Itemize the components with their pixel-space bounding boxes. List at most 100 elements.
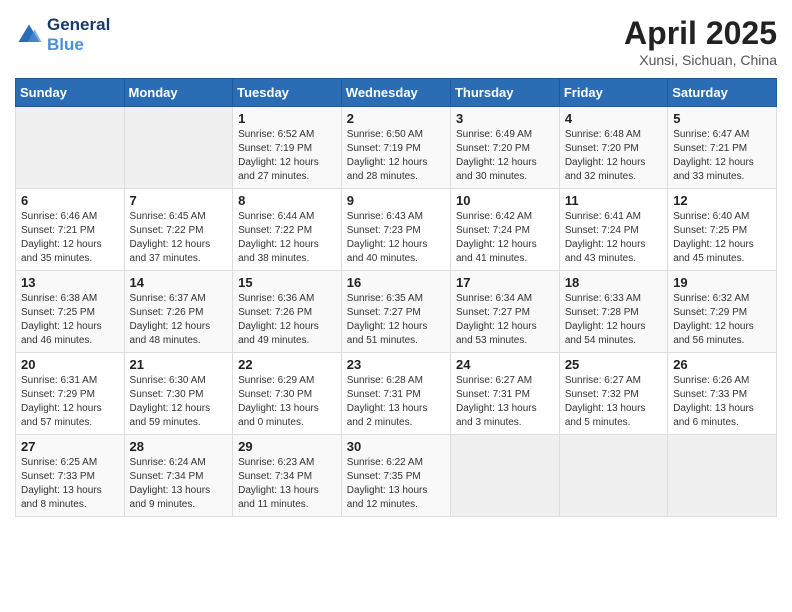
day-number: 18 xyxy=(565,275,662,290)
day-header-sunday: Sunday xyxy=(16,79,125,107)
day-info: Sunrise: 6:48 AM Sunset: 7:20 PM Dayligh… xyxy=(565,128,662,184)
day-info: Sunrise: 6:22 AM Sunset: 7:35 PM Dayligh… xyxy=(347,456,445,512)
day-info: Sunrise: 6:31 AM Sunset: 7:29 PM Dayligh… xyxy=(21,374,119,430)
calendar-cell: 9 Sunrise: 6:43 AM Sunset: 7:23 PM Daylig… xyxy=(341,189,450,271)
day-header-friday: Friday xyxy=(559,79,667,107)
month-title: April 2025 xyxy=(624,15,777,52)
calendar: SundayMondayTuesdayWednesdayThursdayFrid… xyxy=(15,78,777,517)
day-number: 24 xyxy=(456,357,554,372)
calendar-cell: 8 Sunrise: 6:44 AM Sunset: 7:22 PM Daylig… xyxy=(233,189,342,271)
day-info: Sunrise: 6:50 AM Sunset: 7:19 PM Dayligh… xyxy=(347,128,445,184)
day-number: 21 xyxy=(130,357,228,372)
day-number: 15 xyxy=(238,275,336,290)
calendar-cell: 6 Sunrise: 6:46 AM Sunset: 7:21 PM Daylig… xyxy=(16,189,125,271)
calendar-header-row: SundayMondayTuesdayWednesdayThursdayFrid… xyxy=(16,79,777,107)
day-number: 13 xyxy=(21,275,119,290)
day-number: 16 xyxy=(347,275,445,290)
calendar-cell: 12Sunrise: 6:40 AM Sunset: 7:25 PM Dayli… xyxy=(668,189,777,271)
day-number: 23 xyxy=(347,357,445,372)
day-number: 26 xyxy=(673,357,771,372)
calendar-cell: 18 Sunrise: 6:33 AM Sunset: 7:28 PM Dayli… xyxy=(559,271,667,353)
calendar-cell: 10 Sunrise: 6:42 AM Sunset: 7:24 PM Dayli… xyxy=(450,189,559,271)
day-number: 2 xyxy=(347,111,445,126)
title-block: April 2025 Xunsi, Sichuan, China xyxy=(624,15,777,68)
day-info: Sunrise: 6:34 AM Sunset: 7:27 PM Dayligh… xyxy=(456,292,554,348)
day-number: 7 xyxy=(130,193,228,208)
calendar-cell: 30 Sunrise: 6:22 AM Sunset: 7:35 PM Dayli… xyxy=(341,435,450,517)
day-header-wednesday: Wednesday xyxy=(341,79,450,107)
calendar-cell: 4 Sunrise: 6:48 AM Sunset: 7:20 PM Daylig… xyxy=(559,107,667,189)
calendar-cell: 17 Sunrise: 6:34 AM Sunset: 7:27 PM Dayli… xyxy=(450,271,559,353)
day-info: Sunrise: 6:29 AM Sunset: 7:30 PM Dayligh… xyxy=(238,374,336,430)
day-number: 17 xyxy=(456,275,554,290)
day-info: Sunrise: 6:46 AM Sunset: 7:21 PM Dayligh… xyxy=(21,210,119,266)
logo-icon xyxy=(15,21,43,49)
day-info: Sunrise: 6:23 AM Sunset: 7:34 PM Dayligh… xyxy=(238,456,336,512)
day-info: Sunrise: 6:40 AM Sunset: 7:25 PM Dayligh… xyxy=(673,210,771,266)
day-info: Sunrise: 6:25 AM Sunset: 7:33 PM Dayligh… xyxy=(21,456,119,512)
day-number: 25 xyxy=(565,357,662,372)
calendar-cell: 16 Sunrise: 6:35 AM Sunset: 7:27 PM Dayli… xyxy=(341,271,450,353)
calendar-cell: 15 Sunrise: 6:36 AM Sunset: 7:26 PM Dayli… xyxy=(233,271,342,353)
calendar-cell: 22 Sunrise: 6:29 AM Sunset: 7:30 PM Dayli… xyxy=(233,353,342,435)
day-info: Sunrise: 6:33 AM Sunset: 7:28 PM Dayligh… xyxy=(565,292,662,348)
day-number: 5 xyxy=(673,111,771,126)
calendar-cell: 19 Sunrise: 6:32 AM Sunset: 7:29 PM Dayli… xyxy=(668,271,777,353)
day-info: Sunrise: 6:44 AM Sunset: 7:22 PM Dayligh… xyxy=(238,210,336,266)
day-info: Sunrise: 6:43 AM Sunset: 7:23 PM Dayligh… xyxy=(347,210,445,266)
calendar-cell xyxy=(124,107,233,189)
day-info: Sunrise: 6:27 AM Sunset: 7:32 PM Dayligh… xyxy=(565,374,662,430)
day-header-thursday: Thursday xyxy=(450,79,559,107)
day-info: Sunrise: 6:45 AM Sunset: 7:22 PM Dayligh… xyxy=(130,210,228,266)
logo: General Blue xyxy=(15,15,110,56)
day-number: 9 xyxy=(347,193,445,208)
logo-text: General Blue xyxy=(47,15,110,56)
day-header-monday: Monday xyxy=(124,79,233,107)
day-info: Sunrise: 6:30 AM Sunset: 7:30 PM Dayligh… xyxy=(130,374,228,430)
day-info: Sunrise: 6:28 AM Sunset: 7:31 PM Dayligh… xyxy=(347,374,445,430)
calendar-week-row: 27 Sunrise: 6:25 AM Sunset: 7:33 PM Dayli… xyxy=(16,435,777,517)
day-info: Sunrise: 6:35 AM Sunset: 7:27 PM Dayligh… xyxy=(347,292,445,348)
day-number: 22 xyxy=(238,357,336,372)
day-number: 29 xyxy=(238,439,336,454)
calendar-cell: 21 Sunrise: 6:30 AM Sunset: 7:30 PM Dayli… xyxy=(124,353,233,435)
day-number: 4 xyxy=(565,111,662,126)
day-info: Sunrise: 6:26 AM Sunset: 7:33 PM Dayligh… xyxy=(673,374,771,430)
calendar-week-row: 13 Sunrise: 6:38 AM Sunset: 7:25 PM Dayli… xyxy=(16,271,777,353)
location: Xunsi, Sichuan, China xyxy=(624,52,777,68)
day-info: Sunrise: 6:52 AM Sunset: 7:19 PM Dayligh… xyxy=(238,128,336,184)
calendar-week-row: 20 Sunrise: 6:31 AM Sunset: 7:29 PM Dayli… xyxy=(16,353,777,435)
day-info: Sunrise: 6:38 AM Sunset: 7:25 PM Dayligh… xyxy=(21,292,119,348)
day-number: 30 xyxy=(347,439,445,454)
calendar-cell: 3 Sunrise: 6:49 AM Sunset: 7:20 PM Daylig… xyxy=(450,107,559,189)
day-header-saturday: Saturday xyxy=(668,79,777,107)
calendar-cell: 26 Sunrise: 6:26 AM Sunset: 7:33 PM Dayli… xyxy=(668,353,777,435)
day-info: Sunrise: 6:36 AM Sunset: 7:26 PM Dayligh… xyxy=(238,292,336,348)
day-number: 27 xyxy=(21,439,119,454)
day-number: 10 xyxy=(456,193,554,208)
day-number: 3 xyxy=(456,111,554,126)
day-number: 19 xyxy=(673,275,771,290)
calendar-cell xyxy=(668,435,777,517)
day-info: Sunrise: 6:47 AM Sunset: 7:21 PM Dayligh… xyxy=(673,128,771,184)
day-number: 11 xyxy=(565,193,662,208)
calendar-cell: 14Sunrise: 6:37 AM Sunset: 7:26 PM Dayli… xyxy=(124,271,233,353)
calendar-week-row: 6 Sunrise: 6:46 AM Sunset: 7:21 PM Daylig… xyxy=(16,189,777,271)
day-info: Sunrise: 6:27 AM Sunset: 7:31 PM Dayligh… xyxy=(456,374,554,430)
day-info: Sunrise: 6:41 AM Sunset: 7:24 PM Dayligh… xyxy=(565,210,662,266)
calendar-cell: 28Sunrise: 6:24 AM Sunset: 7:34 PM Dayli… xyxy=(124,435,233,517)
day-number: 6 xyxy=(21,193,119,208)
day-info: Sunrise: 6:49 AM Sunset: 7:20 PM Dayligh… xyxy=(456,128,554,184)
calendar-cell: 24 Sunrise: 6:27 AM Sunset: 7:31 PM Dayli… xyxy=(450,353,559,435)
calendar-week-row: 1Sunrise: 6:52 AM Sunset: 7:19 PM Daylig… xyxy=(16,107,777,189)
day-number: 8 xyxy=(238,193,336,208)
day-info: Sunrise: 6:32 AM Sunset: 7:29 PM Dayligh… xyxy=(673,292,771,348)
calendar-cell: 7 Sunrise: 6:45 AM Sunset: 7:22 PM Daylig… xyxy=(124,189,233,271)
calendar-cell: 5 Sunrise: 6:47 AM Sunset: 7:21 PM Daylig… xyxy=(668,107,777,189)
calendar-cell: 25 Sunrise: 6:27 AM Sunset: 7:32 PM Dayli… xyxy=(559,353,667,435)
calendar-cell: 23 Sunrise: 6:28 AM Sunset: 7:31 PM Dayli… xyxy=(341,353,450,435)
calendar-cell xyxy=(450,435,559,517)
day-number: 20 xyxy=(21,357,119,372)
day-info: Sunrise: 6:42 AM Sunset: 7:24 PM Dayligh… xyxy=(456,210,554,266)
calendar-cell: 13 Sunrise: 6:38 AM Sunset: 7:25 PM Dayli… xyxy=(16,271,125,353)
